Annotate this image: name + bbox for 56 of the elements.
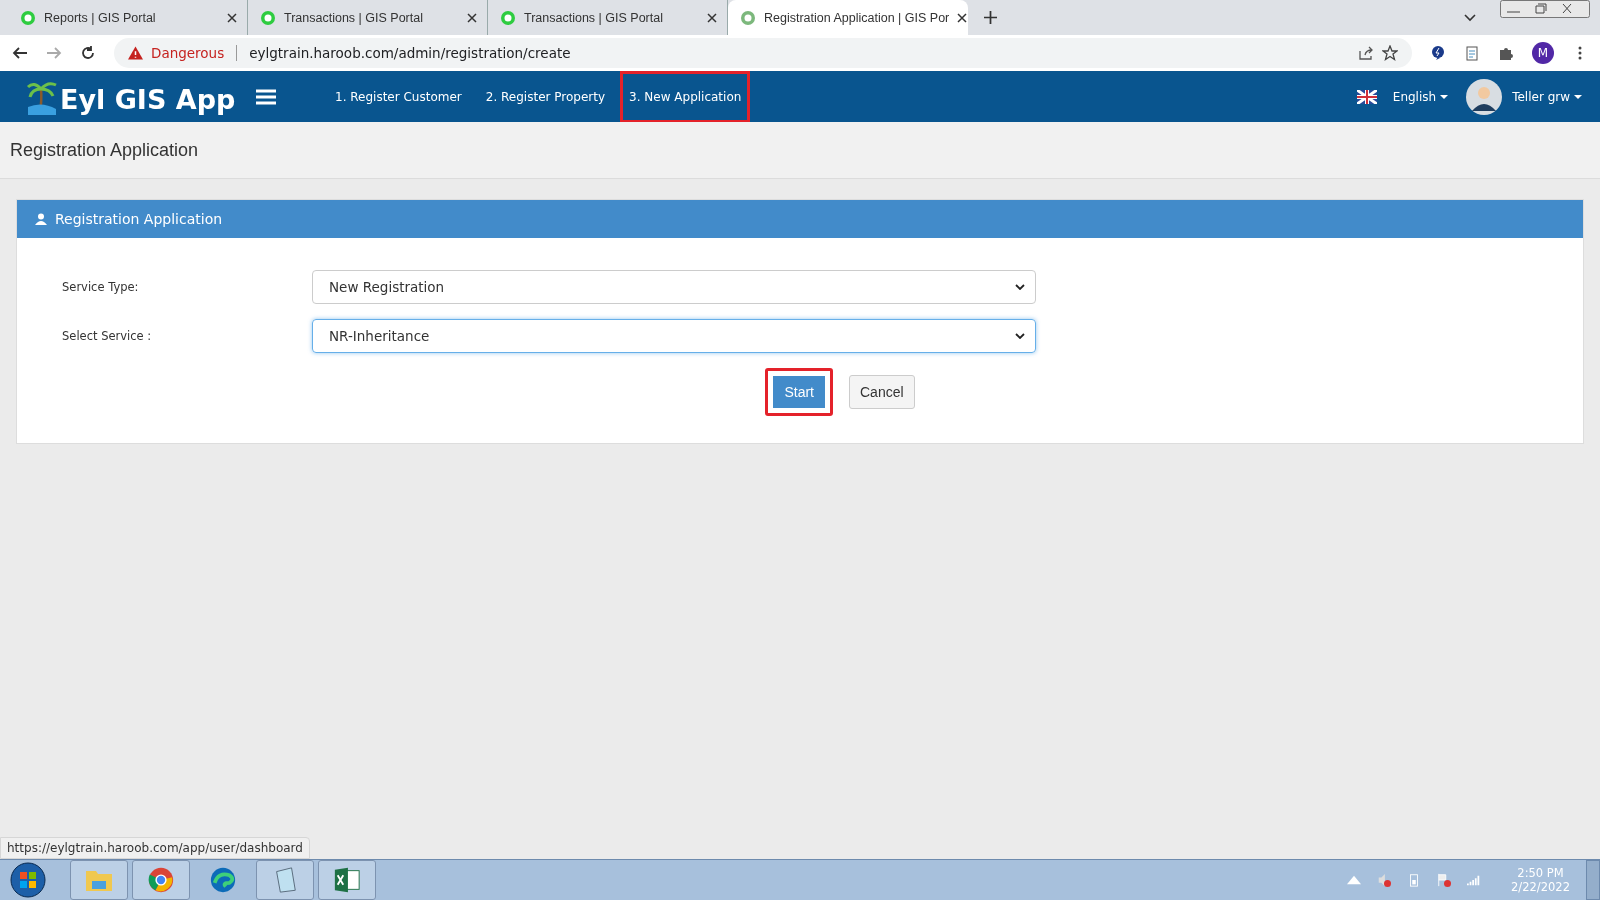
close-icon[interactable] xyxy=(957,12,968,23)
back-arrow-icon[interactable] xyxy=(12,45,28,61)
plus-icon[interactable] xyxy=(984,11,997,24)
field-label: Select Service : xyxy=(62,329,153,343)
tab-title: Reports | GIS Portal xyxy=(44,10,157,25)
flag-alert-icon[interactable] xyxy=(1437,873,1452,887)
field-label: Service Type: xyxy=(62,280,140,294)
close-icon[interactable] xyxy=(467,12,477,23)
window-controls[interactable] xyxy=(1500,0,1590,18)
close-icon[interactable] xyxy=(707,12,717,23)
profile-avatar[interactable]: M xyxy=(1532,42,1554,64)
status-bar-url: https://eylgtrain.haroob.com/app/user/dashboard xyxy=(0,837,310,859)
browser-icon xyxy=(146,866,176,894)
taskbar-app[interactable] xyxy=(318,860,376,900)
tab-title: Transactions | GIS Portal xyxy=(524,10,664,25)
globe-icon xyxy=(260,9,276,26)
close-icon[interactable] xyxy=(227,12,237,23)
puzzle-icon[interactable] xyxy=(1498,45,1514,61)
url-text: eylgtrain.haroob.com/admin/registration/create xyxy=(249,45,571,61)
page-title: Registration Application xyxy=(10,139,199,161)
security-warning: Dangerous xyxy=(151,45,225,61)
globe-icon xyxy=(500,9,516,26)
wave-browser-icon xyxy=(208,866,238,894)
star-icon[interactable] xyxy=(1382,45,1398,61)
user-icon xyxy=(35,213,47,225)
select-field[interactable]: New Registration xyxy=(312,270,1036,304)
flag-icon xyxy=(1356,89,1377,104)
nav-link[interactable]: 2. Register Property xyxy=(476,70,615,123)
extension-icon[interactable] xyxy=(1430,45,1446,61)
chevron-down-icon[interactable] xyxy=(1015,333,1025,339)
select-field[interactable]: NR-Inheritance xyxy=(312,319,1036,353)
tab-title: Registration Application | GIS Por xyxy=(764,10,950,25)
app-title[interactable]: Eyl GIS App xyxy=(60,83,236,115)
browser-tab[interactable]: Registration Application | GIS Por xyxy=(728,0,968,35)
muted-speaker-icon[interactable] xyxy=(1377,873,1392,887)
tab-title: Transactions | GIS Portal xyxy=(284,10,424,25)
taskbar-app[interactable] xyxy=(132,860,190,900)
panel-title: Registration Application xyxy=(55,211,223,227)
language-dropdown[interactable]: English xyxy=(1392,89,1449,104)
user-avatar-icon xyxy=(1466,78,1503,115)
user-menu[interactable]: Teller grw xyxy=(1512,89,1582,104)
address-field[interactable]: Dangerous eylgtrain.haroob.com/admin/registration/create xyxy=(114,38,1412,68)
clipboard-icon[interactable] xyxy=(1464,45,1480,61)
cancel-button[interactable]: Cancel xyxy=(849,375,915,409)
globe-icon xyxy=(740,9,756,26)
reload-icon[interactable] xyxy=(80,45,96,61)
start-button[interactable]: Start xyxy=(765,368,833,416)
start-button-icon[interactable] xyxy=(10,862,46,898)
spreadsheet-icon xyxy=(332,866,362,894)
chevron-down-icon[interactable] xyxy=(1015,284,1025,290)
nav-link[interactable]: 1. Register Customer xyxy=(326,70,471,123)
menu-icon[interactable] xyxy=(256,88,276,105)
globe-icon xyxy=(20,9,36,26)
share-icon[interactable] xyxy=(1358,45,1374,61)
chevron-down-icon[interactable] xyxy=(1464,13,1476,22)
warning-icon xyxy=(128,46,143,60)
